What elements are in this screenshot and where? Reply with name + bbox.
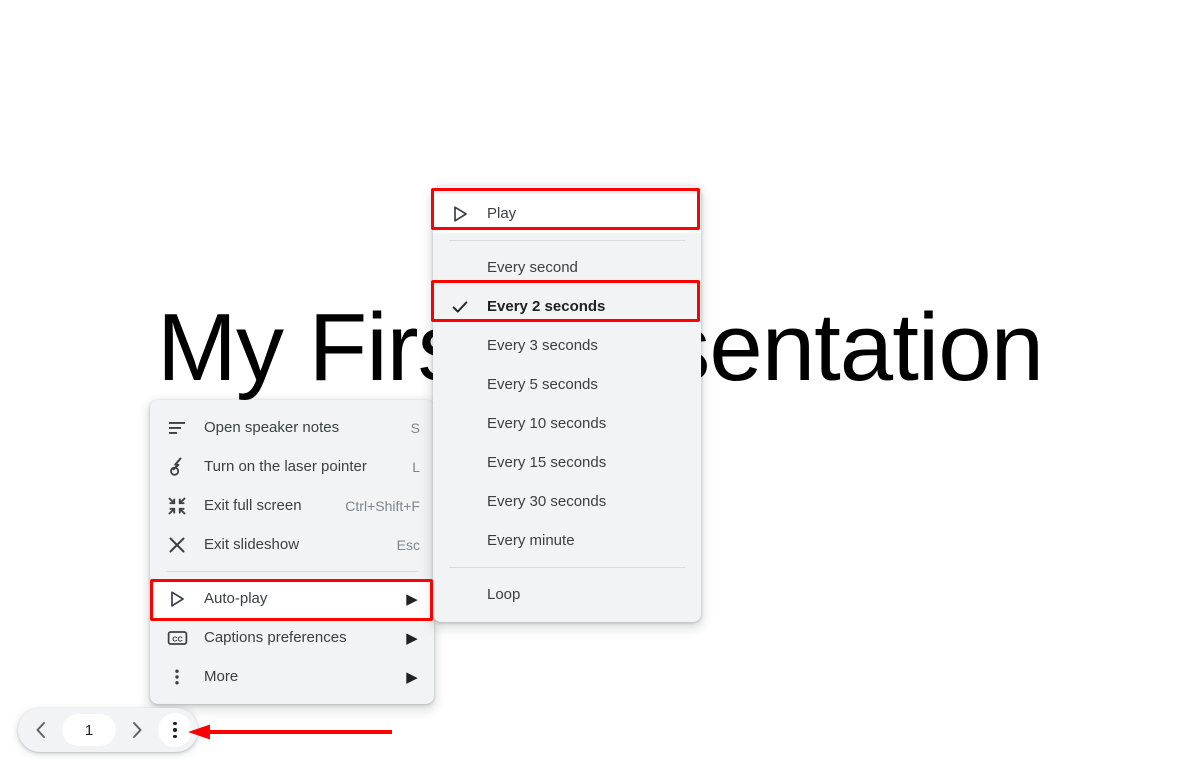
- chevron-right-icon: ▶: [406, 590, 418, 608]
- closed-captions-icon: CC: [150, 628, 204, 648]
- submenu-item-label: Play: [487, 205, 517, 222]
- menu-item-label: Exit slideshow: [204, 536, 300, 553]
- menu-item-shortcut: Esc: [396, 536, 420, 553]
- submenu-item-label: Every 10 seconds: [487, 415, 607, 432]
- presentation-context-menu: Open speaker notes S Turn on the laser p…: [150, 400, 434, 704]
- toolbar-more-options-button[interactable]: [158, 713, 192, 747]
- submenu-item-label: Every 5 seconds: [487, 376, 598, 393]
- more-vertical-icon: [173, 721, 177, 739]
- menu-item-shortcut: L: [412, 458, 420, 475]
- submenu-item-label: Every 2 seconds: [487, 298, 606, 315]
- menu-item-shortcut: Ctrl+Shift+F: [345, 497, 420, 514]
- menu-item-label: Open speaker notes: [204, 419, 340, 436]
- next-slide-button[interactable]: [120, 713, 154, 747]
- close-icon: [150, 535, 204, 555]
- chevron-right-icon: ▶: [406, 668, 418, 686]
- menu-item-label: Auto-play: [204, 590, 268, 607]
- submenu-item-play[interactable]: Play: [433, 194, 701, 233]
- submenu-item-every-5-seconds[interactable]: Every 5 seconds: [433, 365, 701, 404]
- menu-divider: [449, 567, 685, 568]
- submenu-item-every-10-seconds[interactable]: Every 10 seconds: [433, 404, 701, 443]
- slideshow-navigation-toolbar: 1: [18, 708, 198, 752]
- submenu-item-every-15-seconds[interactable]: Every 15 seconds: [433, 443, 701, 482]
- submenu-item-every-30-seconds[interactable]: Every 30 seconds: [433, 482, 701, 521]
- submenu-item-every-second[interactable]: Every second: [433, 248, 701, 287]
- submenu-item-label: Every second: [487, 259, 578, 276]
- chevron-left-icon: [36, 722, 45, 738]
- menu-item-exit-full-screen[interactable]: Exit full screen Ctrl+Shift+F: [150, 486, 434, 525]
- chevron-right-icon: ▶: [406, 629, 418, 647]
- menu-item-more[interactable]: More ▶: [150, 657, 434, 696]
- submenu-item-label: Every 15 seconds: [487, 454, 607, 471]
- menu-item-shortcut: S: [410, 419, 420, 436]
- menu-item-label: Turn on the laser pointer: [204, 458, 367, 475]
- chevron-right-icon: [133, 722, 142, 738]
- exit-fullscreen-icon: [150, 496, 204, 516]
- menu-item-label: Exit full screen: [204, 497, 302, 514]
- submenu-item-label: Loop: [487, 586, 521, 603]
- menu-item-exit-slideshow[interactable]: Exit slideshow Esc: [150, 525, 434, 564]
- menu-item-captions-preferences[interactable]: CC Captions preferences ▶: [150, 618, 434, 657]
- play-icon: [150, 589, 204, 609]
- previous-slide-button[interactable]: [24, 713, 58, 747]
- submenu-item-loop[interactable]: Loop: [433, 575, 701, 614]
- page-number-input[interactable]: 1: [62, 714, 116, 746]
- auto-play-submenu: Play Every second Every 2 seconds Every …: [433, 186, 701, 622]
- menu-item-auto-play[interactable]: Auto-play ▶: [150, 579, 434, 618]
- submenu-item-label: Every minute: [487, 532, 575, 549]
- submenu-item-label: Every 3 seconds: [487, 337, 598, 354]
- laser-pointer-icon: [150, 457, 204, 477]
- menu-divider: [449, 240, 685, 241]
- menu-item-label: More: [204, 668, 239, 685]
- menu-item-turn-on-laser-pointer[interactable]: Turn on the laser pointer L: [150, 447, 434, 486]
- play-icon: [433, 204, 487, 224]
- menu-divider: [166, 571, 418, 572]
- submenu-item-every-minute[interactable]: Every minute: [433, 521, 701, 560]
- menu-item-label: Captions preferences: [204, 629, 347, 646]
- submenu-item-every-3-seconds[interactable]: Every 3 seconds: [433, 326, 701, 365]
- menu-item-open-speaker-notes[interactable]: Open speaker notes S: [150, 408, 434, 447]
- speaker-notes-icon: [150, 418, 204, 438]
- svg-text:CC: CC: [172, 634, 183, 643]
- check-icon: [433, 297, 487, 317]
- more-vertical-icon: [150, 667, 204, 687]
- submenu-item-label: Every 30 seconds: [487, 493, 607, 510]
- submenu-item-every-2-seconds[interactable]: Every 2 seconds: [433, 287, 701, 326]
